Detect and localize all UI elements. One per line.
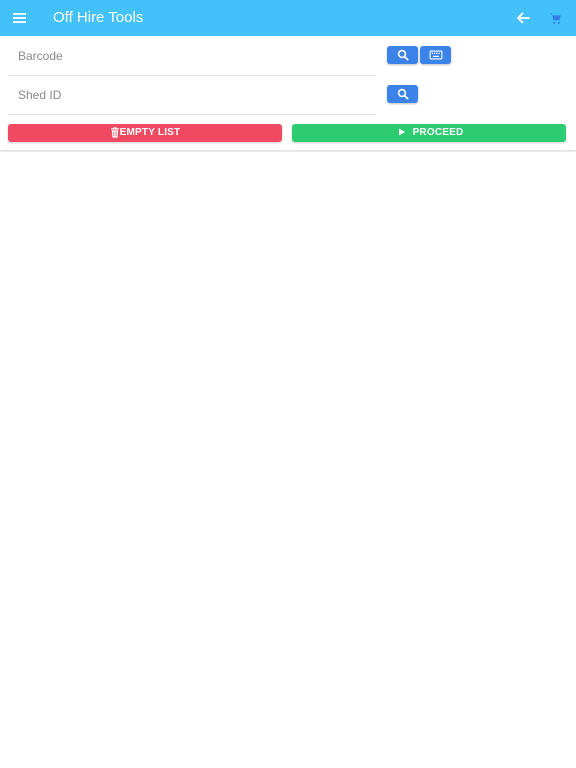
shed-id-field xyxy=(8,76,376,115)
proceed-label: PROCEED xyxy=(412,127,464,138)
barcode-field xyxy=(8,37,376,76)
keyboard-icon xyxy=(429,50,442,60)
barcode-input[interactable] xyxy=(18,37,368,75)
shed-id-input[interactable] xyxy=(18,76,368,114)
proceed-button[interactable]: PROCEED xyxy=(292,124,566,142)
back-button[interactable] xyxy=(514,9,532,27)
cart-button[interactable] xyxy=(549,12,562,25)
keyboard-button[interactable] xyxy=(420,46,451,64)
empty-list-label: EMPTY LIST xyxy=(119,127,181,138)
barcode-search-button[interactable] xyxy=(387,46,418,64)
trash-icon xyxy=(110,126,119,138)
shopping-cart-icon xyxy=(550,13,561,24)
shed-id-search-button[interactable] xyxy=(387,85,418,103)
tool-list-area xyxy=(0,152,576,768)
scan-form: EMPTY LIST PROCEED xyxy=(0,36,576,150)
page-title: Off Hire Tools xyxy=(53,9,144,26)
search-icon xyxy=(397,49,408,61)
play-icon xyxy=(398,128,405,136)
arrow-left-icon xyxy=(517,12,530,24)
search-icon xyxy=(397,88,408,100)
app-header: Off Hire Tools xyxy=(0,0,576,36)
empty-list-button[interactable]: EMPTY LIST xyxy=(8,124,282,142)
menu-button[interactable] xyxy=(10,9,30,27)
hamburger-menu-icon xyxy=(13,13,26,23)
